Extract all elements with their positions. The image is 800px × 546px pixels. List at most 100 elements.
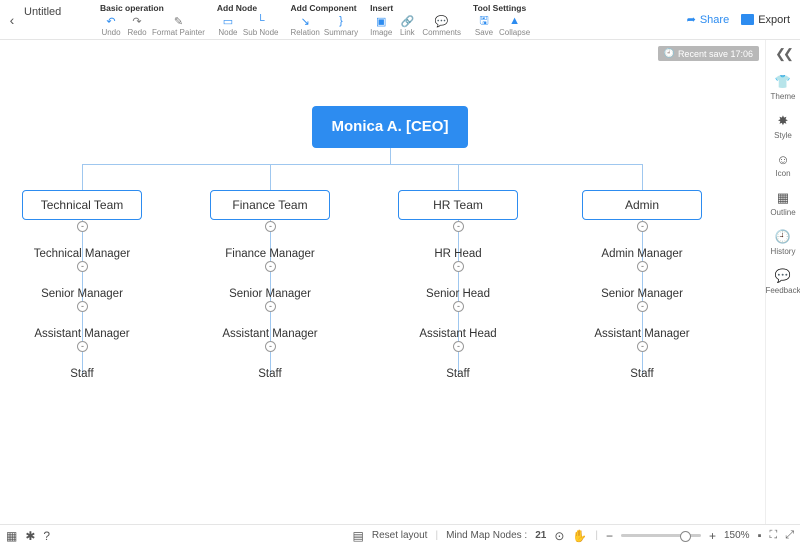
org-node[interactable]: Finance Manager bbox=[210, 248, 330, 260]
connector bbox=[82, 164, 83, 190]
export-button[interactable]: Export bbox=[741, 14, 790, 26]
org-node[interactable]: HR Head bbox=[398, 248, 518, 260]
group-title: Basic operation bbox=[100, 3, 205, 13]
subnode-icon: └ bbox=[254, 15, 268, 27]
fit-icon[interactable]: ▪ bbox=[758, 530, 762, 542]
node-button[interactable]: ▭Node bbox=[217, 15, 239, 37]
brightness-icon[interactable]: ✱ bbox=[25, 529, 35, 543]
team-node[interactable]: Finance Team bbox=[210, 190, 330, 220]
org-node[interactable]: Assistant Manager bbox=[22, 328, 142, 340]
rail-outline[interactable]: ▦Outline bbox=[770, 190, 795, 217]
help-icon[interactable]: ? bbox=[43, 529, 50, 543]
save-icon: 🖫 bbox=[477, 15, 491, 27]
collapse-handle[interactable]: - bbox=[77, 261, 88, 272]
redo-button[interactable]: ↷Redo bbox=[126, 15, 148, 37]
collapse-handle[interactable]: - bbox=[637, 301, 648, 312]
connector bbox=[458, 164, 459, 190]
org-node[interactable]: Admin Manager bbox=[582, 248, 702, 260]
collapse-handle[interactable]: - bbox=[77, 301, 88, 312]
group-title: Add Node bbox=[217, 3, 279, 13]
org-node[interactable]: Staff bbox=[582, 368, 702, 380]
subnode-button[interactable]: └Sub Node bbox=[243, 15, 279, 37]
connector bbox=[642, 164, 643, 190]
canvas[interactable]: Recent save 17:06 Monica A. [CEO] Techni… bbox=[0, 40, 766, 524]
rail-feedback[interactable]: 💬Feedback bbox=[765, 268, 800, 295]
image-button[interactable]: ▣Image bbox=[370, 15, 392, 37]
save-button[interactable]: 🖫Save bbox=[473, 15, 495, 37]
collapse-handle[interactable]: - bbox=[637, 261, 648, 272]
org-node[interactable]: Senior Manager bbox=[22, 288, 142, 300]
link-button[interactable]: 🔗Link bbox=[396, 15, 418, 37]
org-node[interactable]: Staff bbox=[398, 368, 518, 380]
collapse-handle[interactable]: - bbox=[265, 221, 276, 232]
share-button[interactable]: ➦Share bbox=[687, 13, 730, 26]
org-node[interactable]: Assistant Manager bbox=[582, 328, 702, 340]
image-icon: ▣ bbox=[374, 15, 388, 27]
collapse-handle[interactable]: - bbox=[265, 261, 276, 272]
undo-icon: ↶ bbox=[104, 15, 118, 27]
collapse-handle[interactable]: - bbox=[77, 341, 88, 352]
relation-button[interactable]: ↘Relation bbox=[291, 15, 320, 37]
fullscreen-icon[interactable]: ⛶ bbox=[769, 529, 777, 542]
zoom-slider[interactable] bbox=[621, 534, 701, 537]
org-node[interactable]: Staff bbox=[22, 368, 142, 380]
connector bbox=[270, 164, 271, 190]
zoom-out-button[interactable]: − bbox=[606, 529, 613, 543]
rail-icon[interactable]: ☺Icon bbox=[775, 152, 790, 178]
summary-button[interactable]: }Summary bbox=[324, 15, 358, 37]
org-node[interactable]: Staff bbox=[210, 368, 330, 380]
collapse-rail-button[interactable]: ❮❮ bbox=[775, 46, 791, 62]
collapse-handle[interactable]: - bbox=[637, 341, 648, 352]
collapse-handle[interactable]: - bbox=[77, 221, 88, 232]
org-node[interactable]: Technical Manager bbox=[22, 248, 142, 260]
undo-button[interactable]: ↶Undo bbox=[100, 15, 122, 37]
history-icon: 🕘 bbox=[775, 229, 791, 245]
rail-theme[interactable]: 👕Theme bbox=[771, 74, 796, 101]
org-node[interactable]: Assistant Manager bbox=[210, 328, 330, 340]
connector bbox=[82, 164, 642, 165]
rail-style[interactable]: ✸Style bbox=[774, 113, 792, 140]
toolbar-group-toolsettings: Tool Settings 🖫Save ▲Collapse bbox=[467, 0, 536, 39]
share-icon: ➦ bbox=[687, 13, 696, 26]
collapse-handle[interactable]: - bbox=[453, 301, 464, 312]
org-node[interactable]: Senior Manager bbox=[210, 288, 330, 300]
top-toolbar: ‹ Untitled Basic operation ↶Undo ↷Redo ✎… bbox=[0, 0, 800, 40]
collapse-handle[interactable]: - bbox=[453, 221, 464, 232]
grid-icon[interactable]: ▦ bbox=[6, 529, 17, 543]
format-painter-button[interactable]: ✎Format Painter bbox=[152, 15, 205, 37]
collapse-handle[interactable]: - bbox=[265, 301, 276, 312]
back-button[interactable]: ‹ bbox=[0, 0, 24, 39]
collapse-icon: ▲ bbox=[508, 15, 522, 27]
node-icon: ▭ bbox=[221, 15, 235, 27]
collapse-button[interactable]: ▲Collapse bbox=[499, 15, 530, 37]
connector bbox=[390, 148, 391, 164]
collapse-handle[interactable]: - bbox=[453, 341, 464, 352]
group-title: Insert bbox=[370, 3, 461, 13]
org-node[interactable]: Assistant Head bbox=[398, 328, 518, 340]
collapse-handle[interactable]: - bbox=[265, 341, 276, 352]
team-node[interactable]: HR Team bbox=[398, 190, 518, 220]
comments-button[interactable]: 💬Comments bbox=[422, 15, 461, 37]
team-node[interactable]: Admin bbox=[582, 190, 702, 220]
reset-layout-button[interactable]: Reset layout bbox=[372, 530, 428, 541]
layout-icon[interactable]: ▤ bbox=[353, 529, 364, 543]
redo-icon: ↷ bbox=[130, 15, 144, 27]
link-icon: 🔗 bbox=[400, 15, 414, 27]
collapse-handle[interactable]: - bbox=[637, 221, 648, 232]
collapse-handle[interactable]: - bbox=[453, 261, 464, 272]
group-title: Add Component bbox=[291, 3, 359, 13]
root-node[interactable]: Monica A. [CEO] bbox=[312, 106, 468, 148]
org-node[interactable]: Senior Manager bbox=[582, 288, 702, 300]
expand-icon[interactable]: ⤢ bbox=[785, 529, 794, 542]
theme-icon: 👕 bbox=[775, 74, 791, 90]
document-title[interactable]: Untitled bbox=[24, 0, 94, 39]
locate-icon[interactable]: ⊙ bbox=[554, 529, 564, 543]
summary-icon: } bbox=[334, 15, 348, 27]
rail-history[interactable]: 🕘History bbox=[771, 229, 796, 256]
team-node[interactable]: Technical Team bbox=[22, 190, 142, 220]
toolbar-group-basic: Basic operation ↶Undo ↷Redo ✎Format Pain… bbox=[94, 0, 211, 39]
comments-icon: 💬 bbox=[435, 15, 449, 27]
pan-icon[interactable]: ✋ bbox=[572, 529, 587, 543]
org-node[interactable]: Senior Head bbox=[398, 288, 518, 300]
zoom-in-button[interactable]: + bbox=[709, 529, 716, 543]
